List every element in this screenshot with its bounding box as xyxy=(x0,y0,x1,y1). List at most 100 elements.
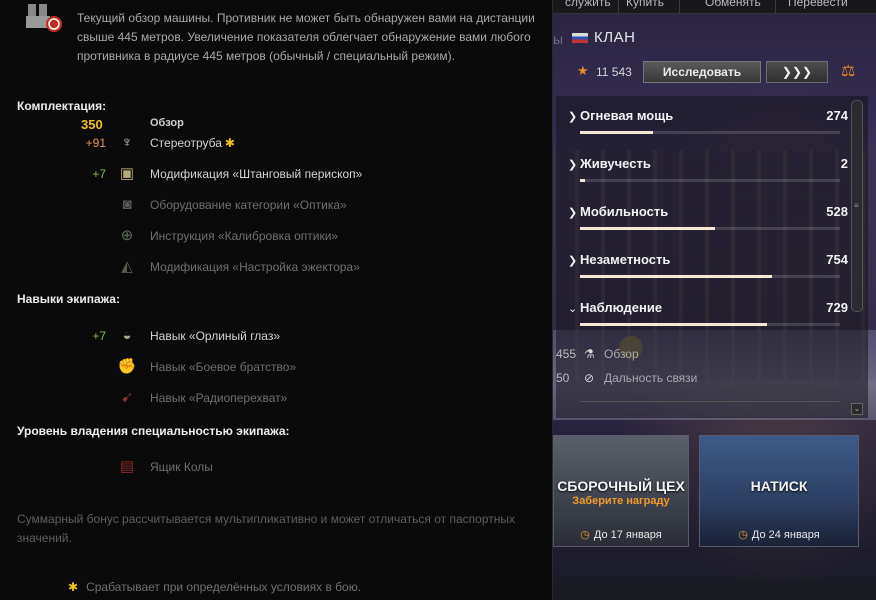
base-view-range-label: Обзор xyxy=(150,117,184,129)
stat-mobility[interactable]: ❯ Мобильность 528 xyxy=(568,204,848,244)
stats-divider xyxy=(580,401,840,402)
mastery-row-cola-box: ▤ Ящик Колы xyxy=(0,455,553,481)
stat-label: Живучесть xyxy=(580,156,651,171)
nav-exchange-button[interactable]: Обменять xyxy=(705,0,761,9)
clock-icon: ◷ xyxy=(738,529,748,541)
sub-stat-value: 455 xyxy=(556,347,577,361)
equipment-row-stereoscope: +91 ♆ Стереотруба ✱ xyxy=(0,131,553,157)
multiplicative-footnote: Суммарный бонус рассчитывается мультипли… xyxy=(17,512,515,545)
event-date: ◷ До 24 января xyxy=(700,528,858,541)
stat-value: 528 xyxy=(826,204,848,219)
ejector-icon: ◭ xyxy=(121,258,133,275)
event-date-text: До 17 января xyxy=(593,529,662,541)
nav-separator xyxy=(775,0,776,14)
nav-separator xyxy=(679,0,680,14)
stat-bar xyxy=(580,131,840,134)
stat-bar xyxy=(580,179,840,182)
binoculars-alert-icon xyxy=(26,4,62,32)
conditional-asterisk-icon: ✱ xyxy=(68,580,79,594)
stat-bar-fill xyxy=(580,323,768,326)
equipment-row-ejector: ◭ Модификация «Настройка эжектора» xyxy=(0,255,553,281)
event-card-workshop[interactable]: СБОРОЧНЫЙ ЦЕХ Заберите награду ◷ До 17 ян… xyxy=(553,435,689,547)
bonus-source-name: Навык «Боевое братство» xyxy=(150,360,297,374)
nav-transfer-button[interactable]: Перевести xyxy=(788,0,848,9)
top-nav: служить Купить Обменять Перевести xyxy=(553,0,876,14)
stat-bar-fill xyxy=(580,275,773,278)
chevron-down-icon: ⌄ xyxy=(568,303,578,315)
stat-survivability[interactable]: ❯ Живучесть 2 xyxy=(568,156,848,196)
equipment-row-calibration: ⊕ Инструкция «Калибровка оптики» xyxy=(0,224,553,250)
stat-label: Наблюдение xyxy=(580,300,663,315)
crew-row-eagle-eye: +7 ◒ Навык «Орлиный глаз» xyxy=(0,324,553,350)
bonus-value: +7 xyxy=(92,329,106,343)
bonus-source-name: Оборудование категории «Оптика» xyxy=(150,198,347,212)
radio-icon: ⊘ xyxy=(584,371,595,385)
stats-scrollbar[interactable]: ≡ xyxy=(851,100,863,312)
cola-box-icon: ▤ xyxy=(119,458,135,475)
conditional-note: ✱ Срабатывает при определённых условиях в… xyxy=(68,580,361,594)
chevron-right-icon: ❯ xyxy=(568,207,578,219)
stat-firepower[interactable]: ❯ Огневая мощь 274 xyxy=(568,108,848,148)
bonus-source-name: Модификация «Настройка эжектора» xyxy=(150,260,360,274)
brotherhood-icon: ✊ xyxy=(117,358,137,375)
chevron-right-icon: ❯ xyxy=(568,255,578,267)
periscope-icon: ♆ xyxy=(121,134,133,151)
sub-stat-label: Дальность связи xyxy=(604,371,698,385)
chevron-right-icon: ❯ xyxy=(568,159,578,171)
calibration-icon: ⊕ xyxy=(120,227,134,244)
event-title: НАТИСК xyxy=(750,478,808,494)
event-date: ◷ До 17 января xyxy=(554,528,688,541)
sub-stat-value: 50 xyxy=(556,371,570,385)
sub-stat-label: Обзор xyxy=(604,347,639,361)
conditional-note-text: Срабатывает при определённых условиях в … xyxy=(86,580,362,594)
bonus-source-name: Навык «Радиоперехват» xyxy=(150,391,288,405)
conditional-asterisk-icon: ✱ xyxy=(224,136,235,150)
clock-icon: ◷ xyxy=(580,529,590,541)
crew-row-brotherhood: ✊ Навык «Боевое братство» xyxy=(0,355,553,381)
equipment-row-optics: ◙ Оборудование категории «Оптика» xyxy=(0,193,553,219)
nation-flag-icon xyxy=(572,32,588,43)
stat-label: Мобильность xyxy=(580,204,669,219)
vehicle-stats-panel: ❯ Огневая мощь 274 ❯ Живучесть 2 ❯ Мобил… xyxy=(556,96,868,418)
compare-button[interactable]: ❯❯❯ xyxy=(766,61,828,83)
event-date-text: До 24 января xyxy=(751,529,820,541)
bonus-source-name: Стереотруба ✱ xyxy=(150,136,235,150)
event-card-onslaught[interactable]: НАТИСК ◷ До 24 января xyxy=(699,435,859,547)
stat-bar-fill xyxy=(580,131,653,134)
stat-value: 754 xyxy=(826,252,848,267)
sub-stat-signal-range: 50 ⊘ Дальность связи xyxy=(556,371,697,385)
stat-concealment[interactable]: ❯ Незаметность 754 xyxy=(568,252,848,292)
sub-stat-view-range: 455 ⚗ Обзор xyxy=(556,347,639,361)
eagle-eye-icon: ◒ xyxy=(122,327,132,344)
vehicle-action-row: ★ 11 543 Исследовать ❯❯❯ ⚖ xyxy=(577,61,867,83)
stat-value: 729 xyxy=(826,300,848,315)
stat-label: Огневая мощь xyxy=(580,108,674,123)
event-title: СБОРОЧНЫЙ ЦЕХ xyxy=(557,478,685,494)
stat-value: 274 xyxy=(826,108,848,123)
stat-label: Незаметность xyxy=(580,252,671,267)
radio-intercept-icon: ➹ xyxy=(120,389,134,406)
comparison-scales-icon[interactable]: ⚖ xyxy=(841,61,855,81)
rod-periscope-icon: ▣ xyxy=(119,165,135,182)
stat-bar-fill xyxy=(580,179,586,182)
bottom-strip xyxy=(553,578,876,600)
chevron-right-icon: ❯ xyxy=(568,111,578,123)
nav-buy-button[interactable]: Купить xyxy=(626,0,664,9)
bonus-value: +7 xyxy=(92,167,106,181)
bonus-source-name: Навык «Орлиный глаз» xyxy=(150,329,281,343)
collapse-stats-button[interactable]: ⌄ xyxy=(851,403,863,415)
stat-spotting[interactable]: ⌄ Наблюдение 729 xyxy=(568,300,848,340)
research-button[interactable]: Исследовать xyxy=(643,61,761,83)
clan-header: КЛАН xyxy=(572,29,635,46)
crew-skills-header: Навыки экипажа: xyxy=(17,292,120,306)
experience-star-icon: ★ xyxy=(577,63,589,78)
equipment-header: Комплектация: xyxy=(17,99,107,113)
clan-name[interactable]: КЛАН xyxy=(594,29,635,46)
optics-icon: ◙ xyxy=(122,196,132,213)
stat-bar-fill xyxy=(580,227,716,230)
nav-serve-button[interactable]: служить xyxy=(565,0,611,9)
bonus-source-text: Стереотруба xyxy=(150,136,222,150)
stat-value: 2 xyxy=(840,156,848,171)
stat-bar xyxy=(580,227,840,230)
binoculars-icon: ⚗ xyxy=(584,347,595,361)
